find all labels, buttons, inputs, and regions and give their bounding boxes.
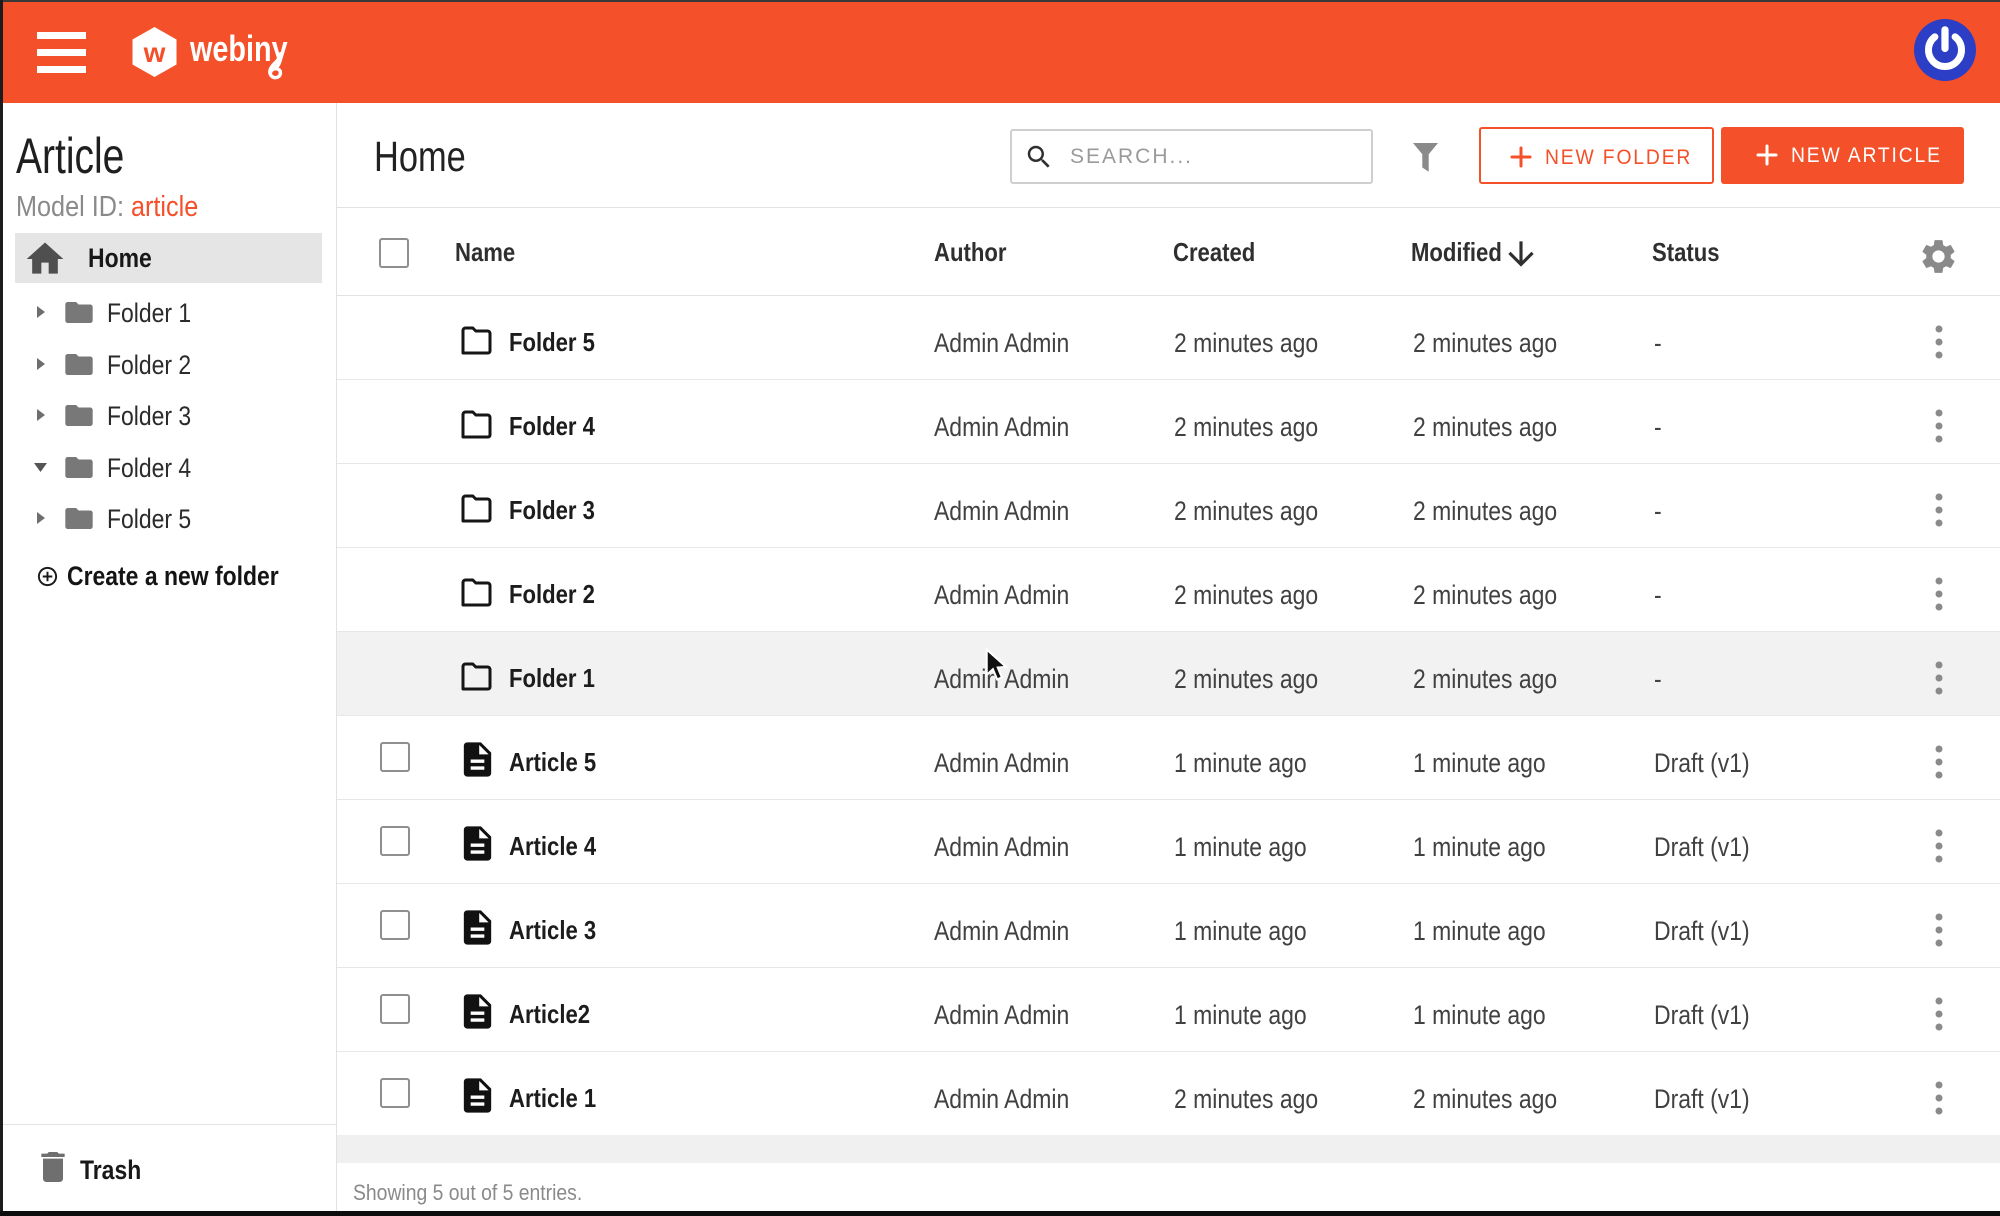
svg-text:w: w bbox=[143, 37, 166, 68]
